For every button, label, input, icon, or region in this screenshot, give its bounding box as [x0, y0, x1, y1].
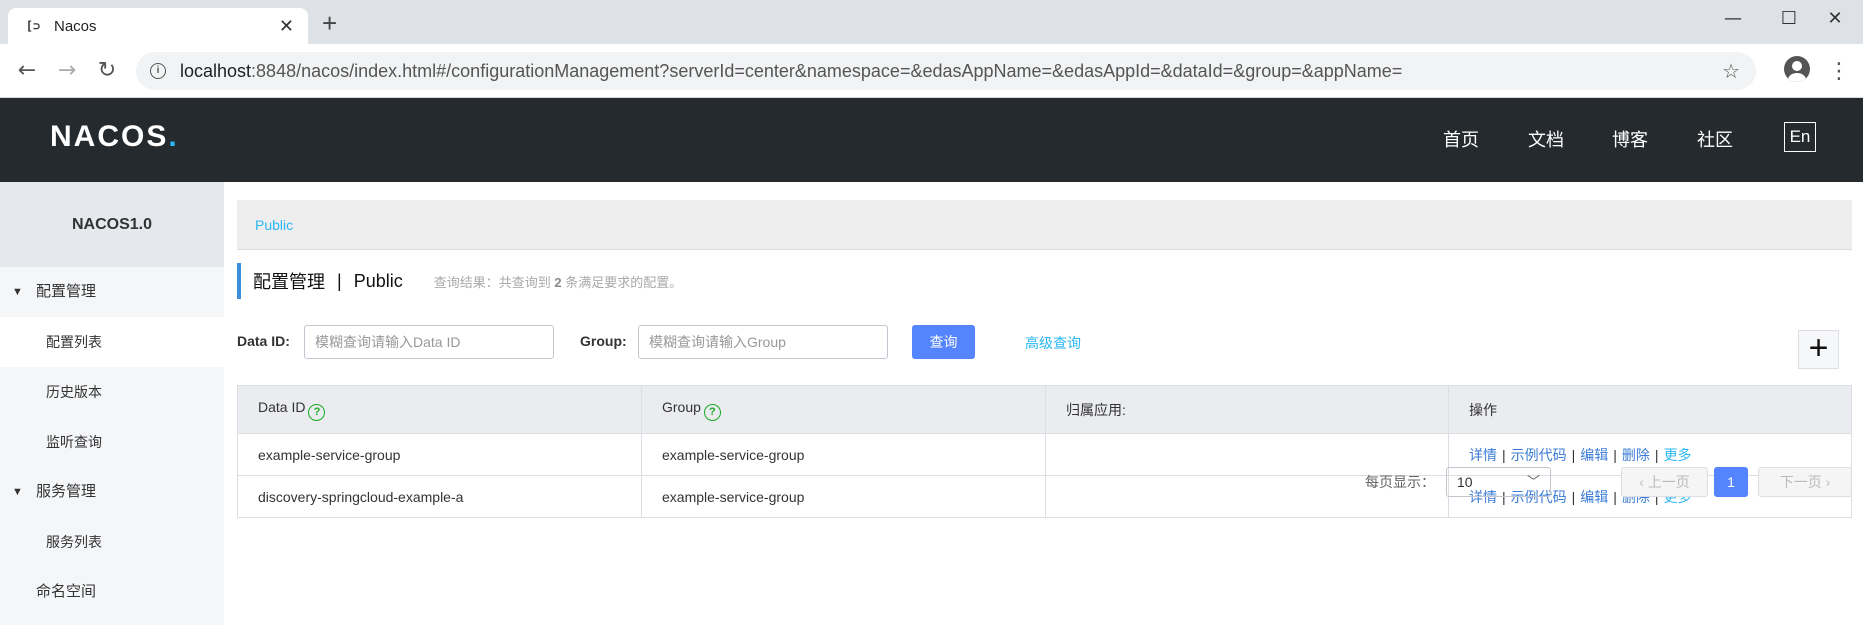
- chevron-down-icon: ﹀: [1526, 474, 1540, 489]
- page-title-text: 配置管理: [253, 272, 325, 292]
- sidebar-group-config[interactable]: ▼ 配置管理: [0, 267, 224, 317]
- address-bar[interactable]: i localhost:8848/nacos/index.html#/confi…: [136, 52, 1756, 90]
- sidebar-item-service-list[interactable]: 服务列表: [0, 517, 224, 567]
- column-header-app: 归属应用:: [1045, 385, 1449, 434]
- nav-blog[interactable]: 博客: [1612, 126, 1648, 152]
- help-question-icon[interactable]: ?: [308, 403, 326, 421]
- edit-link[interactable]: 编辑: [1580, 447, 1608, 463]
- language-toggle-button[interactable]: En: [1784, 122, 1816, 152]
- nav-docs[interactable]: 文档: [1528, 126, 1564, 152]
- reload-icon[interactable]: ↻: [92, 56, 122, 86]
- chevron-right-icon: ›: [1821, 474, 1831, 490]
- column-header-dataid: Data ID?: [237, 385, 642, 434]
- browser-tabstrip: [⊃ Nacos ✕ + — ☐ ✕: [0, 0, 1863, 44]
- app-header: NACOS. 首页 文档 博客 社区 En: [0, 98, 1863, 182]
- main-content: Public 配置管理 | Public 查询结果：共查询到 2 条满足要求的配…: [224, 182, 1863, 625]
- cell-group: example-service-group: [641, 433, 1046, 476]
- edit-link[interactable]: 编辑: [1580, 489, 1608, 505]
- back-arrow-icon[interactable]: ←: [12, 56, 42, 86]
- advanced-query-link[interactable]: 高级查询: [1025, 333, 1081, 353]
- op-separator: |: [1654, 446, 1659, 463]
- minimize-icon[interactable]: —: [1705, 4, 1761, 34]
- prev-page-button[interactable]: ‹ 上一页: [1621, 467, 1708, 497]
- sidebar-item-config-list[interactable]: 配置列表: [0, 317, 224, 367]
- column-header-group: Group?: [641, 385, 1046, 434]
- profile-avatar-icon[interactable]: [1784, 56, 1810, 82]
- caret-down-icon: ▼: [12, 286, 23, 298]
- help-question-icon[interactable]: ?: [703, 403, 721, 421]
- sidebar: NACOS1.0 ▼ 配置管理 配置列表 历史版本 监听查询 ▼ 服务管理 服务…: [0, 182, 224, 625]
- namespace-name: Public: [353, 270, 403, 291]
- title-separator: |: [337, 270, 342, 291]
- namespace-link-public[interactable]: Public: [255, 217, 293, 233]
- sidebar-group-label: 服务管理: [36, 483, 97, 500]
- cell-dataid: discovery-springcloud-example-a: [237, 475, 642, 518]
- table-header-row: Data ID? Group? 归属应用: 操作: [237, 385, 1852, 434]
- delete-link[interactable]: 删除: [1622, 447, 1650, 463]
- tab-close-icon[interactable]: ✕: [279, 16, 294, 37]
- detail-link[interactable]: 详情: [1469, 447, 1497, 463]
- page-title: 配置管理 | Public 查询结果：共查询到 2 条满足要求的配置。: [237, 263, 682, 299]
- group-search-input[interactable]: [638, 325, 888, 359]
- query-result-summary: 查询结果：共查询到 2 条满足要求的配置。: [433, 274, 683, 290]
- site-info-icon[interactable]: i: [150, 63, 166, 79]
- nav-home[interactable]: 首页: [1443, 126, 1479, 152]
- next-page-button[interactable]: 下一页 ›: [1758, 467, 1852, 497]
- nav-community[interactable]: 社区: [1697, 126, 1733, 152]
- query-button[interactable]: 查询: [912, 325, 975, 359]
- page-size-label: 每页显示：: [1365, 474, 1435, 490]
- add-config-button[interactable]: +: [1798, 330, 1839, 369]
- table-row: example-service-group example-service-gr…: [237, 433, 1852, 476]
- sidebar-item-history[interactable]: 历史版本: [0, 367, 224, 417]
- chevron-left-icon: ‹: [1639, 474, 1648, 490]
- sidebar-group-label: 配置管理: [36, 283, 97, 300]
- new-tab-button[interactable]: +: [322, 10, 337, 36]
- sample-code-link[interactable]: 示例代码: [1511, 447, 1567, 463]
- bookmark-star-icon[interactable]: ☆: [1722, 59, 1740, 84]
- table-row: discovery-springcloud-example-a example-…: [237, 475, 1852, 518]
- url-text: localhost:8848/nacos/index.html#/configu…: [180, 60, 1403, 81]
- page-size-value: 10: [1457, 474, 1473, 490]
- config-table: Data ID? Group? 归属应用: 操作 example-service…: [237, 385, 1852, 518]
- cell-app: [1045, 433, 1449, 476]
- forward-arrow-icon[interactable]: →: [52, 56, 82, 86]
- nacos-logo[interactable]: NACOS.: [50, 120, 179, 154]
- browser-tab[interactable]: [⊃ Nacos ✕: [8, 8, 308, 44]
- tab-title: Nacos: [54, 17, 97, 35]
- op-separator: |: [1571, 488, 1576, 505]
- page-size-select[interactable]: 10 ﹀: [1446, 467, 1551, 497]
- next-page-label: 下一页: [1779, 474, 1822, 490]
- op-separator: |: [1502, 446, 1506, 463]
- more-link[interactable]: 更多: [1664, 447, 1692, 463]
- column-header-operations: 操作: [1448, 385, 1852, 434]
- window-close-icon[interactable]: ✕: [1807, 4, 1863, 34]
- browser-toolbar: ← → ↻ i localhost:8848/nacos/index.html#…: [0, 44, 1863, 98]
- op-separator: |: [1613, 488, 1617, 505]
- dataid-search-input[interactable]: [304, 325, 554, 359]
- namespace-breadcrumb: Public: [237, 200, 1852, 250]
- caret-down-icon: ▼: [12, 486, 23, 498]
- sidebar-item-listener-query[interactable]: 监听查询: [0, 417, 224, 467]
- page-number-current[interactable]: 1: [1714, 467, 1748, 497]
- nacos-favicon-icon: [⊃: [25, 19, 41, 33]
- dataid-label: Data ID:: [237, 333, 290, 349]
- browser-menu-icon[interactable]: ⋮: [1828, 56, 1850, 86]
- cell-dataid: example-service-group: [237, 433, 642, 476]
- sidebar-group-service[interactable]: ▼ 服务管理: [0, 467, 224, 517]
- op-separator: |: [1571, 446, 1576, 463]
- prev-page-label: 上一页: [1647, 474, 1690, 490]
- sidebar-title: NACOS1.0: [0, 182, 224, 267]
- group-label: Group:: [580, 333, 627, 349]
- cell-group: example-service-group: [641, 475, 1046, 518]
- sidebar-item-namespace[interactable]: 命名空间: [0, 567, 224, 617]
- op-separator: |: [1613, 446, 1617, 463]
